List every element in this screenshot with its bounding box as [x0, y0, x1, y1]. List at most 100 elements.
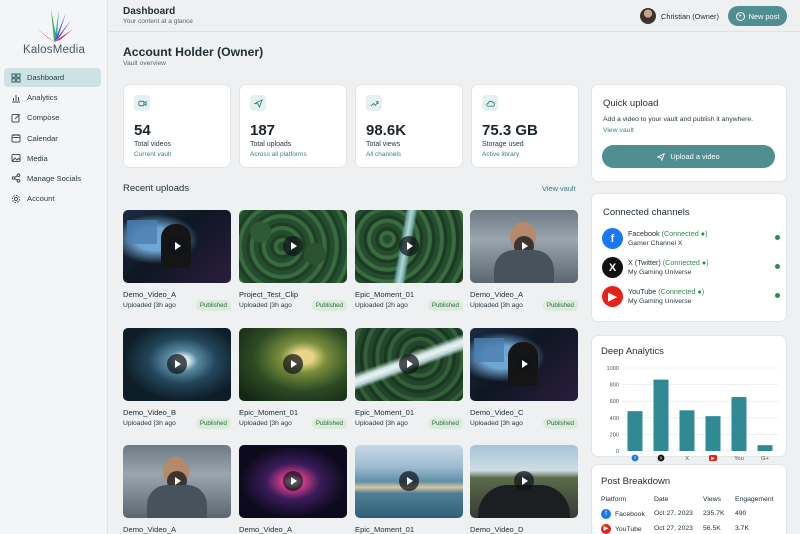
video-title: Demo_Video_C: [470, 408, 524, 417]
youtube-icon: ▶: [601, 523, 611, 534]
stat-link[interactable]: All channels: [366, 151, 401, 158]
play-icon[interactable]: [399, 471, 419, 491]
stat-label: Total uploads: [250, 141, 292, 148]
view-vault-link[interactable]: View vault: [542, 184, 576, 193]
share-icon: [11, 173, 21, 184]
video-thumbnail[interactable]: [239, 210, 347, 283]
analytics-bar-chart: 1000 800 600 400 200 0 f X X ▶ You G+: [607, 366, 778, 462]
play-icon[interactable]: [283, 354, 303, 374]
platform-cell: ▶ YouTube: [601, 521, 654, 534]
svg-text:X: X: [660, 456, 663, 461]
video-title: Epic_Moment_01: [355, 525, 415, 534]
post-breakdown-table: Platform Date Views Engagement f Facebook…: [601, 493, 781, 534]
video-thumbnail[interactable]: [470, 328, 578, 401]
image-icon: [11, 153, 21, 163]
account-title: Account Holder (Owner): [123, 45, 264, 59]
stat-link[interactable]: Current vault: [134, 151, 171, 158]
new-post-button[interactable]: + New post: [728, 6, 787, 26]
sidebar-item-manage-socials[interactable]: Manage Socials: [4, 169, 101, 188]
video-upload-time: Uploaded [3h ago: [123, 302, 176, 309]
sidebar-item-dashboard[interactable]: Dashboard: [4, 68, 101, 87]
video-thumbnail[interactable]: [123, 328, 231, 401]
video-upload-time: Uploaded [3h ago: [470, 420, 523, 427]
play-icon[interactable]: [167, 354, 187, 374]
video-thumbnail[interactable]: [239, 328, 347, 401]
video-title: Demo_Video_A: [470, 290, 524, 299]
play-icon[interactable]: [283, 236, 303, 256]
date-cell: Oct 27, 2023: [654, 525, 693, 532]
status-dot[interactable]: [775, 264, 780, 269]
video-card[interactable]: Demo_Video_A: [123, 445, 231, 534]
sidebar-item-analytics[interactable]: Analytics: [4, 88, 101, 107]
video-thumbnail[interactable]: [355, 328, 463, 401]
video-card[interactable]: Demo_Video_A Uploaded [3h ago Published: [123, 210, 231, 311]
channel-row[interactable]: f Facebook (Connected ●) Gamer Channel X: [602, 227, 780, 251]
video-card[interactable]: Demo_Video_C Uploaded [3h ago Published: [470, 328, 578, 429]
bar[interactable]: [627, 411, 643, 451]
video-thumbnail[interactable]: [355, 210, 463, 283]
channel-row[interactable]: X X (Twitter) (Connected ●) My Gaming Univ…: [602, 256, 780, 280]
video-card[interactable]: Epic_Moment_01: [355, 445, 463, 534]
plus-icon: +: [735, 11, 745, 21]
video-card[interactable]: Epic_Moment_01 Uploaded [2h ago Published: [355, 210, 463, 311]
bar[interactable]: [757, 445, 773, 451]
bar[interactable]: [653, 379, 669, 451]
play-icon[interactable]: [399, 236, 419, 256]
status-badge: Published: [427, 418, 463, 429]
play-icon[interactable]: [514, 236, 534, 256]
x-tick-label: You: [734, 456, 744, 462]
channel-platform: Facebook: [628, 229, 660, 238]
x-icon: X: [602, 257, 623, 278]
bar[interactable]: [705, 416, 721, 451]
sidebar-item-account[interactable]: Account: [4, 189, 101, 208]
table-row[interactable]: ▶ YouTube Oct 27, 2023 56.5K 3.7K: [601, 521, 781, 534]
play-icon[interactable]: [167, 236, 187, 256]
play-icon[interactable]: [399, 354, 419, 374]
status-badge: Published: [311, 418, 347, 429]
sidebar-item-compose[interactable]: Compose: [4, 108, 101, 127]
status-dot[interactable]: [775, 235, 780, 240]
video-upload-time: Uploaded [2h ago: [355, 302, 408, 309]
video-card[interactable]: Demo_Video_A Uploaded [3h ago Published: [470, 210, 578, 311]
video-upload-time: Uploaded [3h ago: [355, 420, 408, 427]
video-card[interactable]: Demo_Video_B Uploaded [3h ago Published: [123, 328, 231, 429]
sidebar-item-media[interactable]: Media: [4, 149, 101, 168]
status-badge: Published: [195, 418, 231, 429]
stat-link[interactable]: Across all platforms: [250, 151, 307, 158]
play-icon[interactable]: [514, 471, 534, 491]
video-thumbnail[interactable]: [123, 210, 231, 283]
play-icon[interactable]: [283, 471, 303, 491]
brand-logo[interactable]: KalosMedia: [18, 6, 90, 58]
video-card[interactable]: Demo_Video_A: [239, 445, 347, 534]
video-thumbnail[interactable]: [123, 445, 231, 518]
video-thumbnail[interactable]: [470, 210, 578, 283]
video-thumbnail[interactable]: [239, 445, 347, 518]
date-cell: Oct 27, 2023: [654, 510, 693, 517]
video-thumbnail[interactable]: [355, 445, 463, 518]
upload-video-button[interactable]: Upload a video: [602, 145, 775, 168]
sidebar-item-label: Calendar: [27, 133, 58, 143]
stat-value: 54: [134, 122, 151, 139]
video-card[interactable]: Epic_Moment_01 Uploaded [3h ago Published: [239, 328, 347, 429]
play-icon[interactable]: [167, 471, 187, 491]
video-upload-time: Uploaded [3h ago: [239, 420, 292, 427]
play-icon[interactable]: [514, 354, 534, 374]
bar[interactable]: [731, 397, 747, 451]
quick-upload-view-vault-link[interactable]: View vault: [603, 127, 634, 134]
upload-video-label: Upload a video: [670, 152, 720, 161]
table-row[interactable]: f Facebook Oct 27, 2023 235.7K 490: [601, 506, 781, 521]
video-card[interactable]: Epic_Moment_01 Uploaded [3h ago Published: [355, 328, 463, 429]
sidebar-item-calendar[interactable]: Calendar: [4, 129, 101, 148]
channel-row[interactable]: ▶ YouTube (Connected ●) My Gaming Universe: [602, 285, 780, 309]
video-card[interactable]: Project_Test_Clip Uploaded [3h ago Publish…: [239, 210, 347, 311]
channel-status: (Connected ●): [662, 258, 709, 267]
video-upload-time: Uploaded [3h ago: [239, 302, 292, 309]
bar[interactable]: [679, 410, 695, 451]
avatar[interactable]: [640, 8, 656, 24]
video-thumbnail[interactable]: [470, 445, 578, 518]
status-dot[interactable]: [775, 293, 780, 298]
video-card[interactable]: Demo_Video_D: [470, 445, 578, 534]
user-name[interactable]: Christian (Owner): [661, 12, 719, 21]
stat-link[interactable]: Active library: [482, 151, 519, 158]
connected-channels-card: Connected channels f Facebook (Connected …: [591, 193, 787, 322]
